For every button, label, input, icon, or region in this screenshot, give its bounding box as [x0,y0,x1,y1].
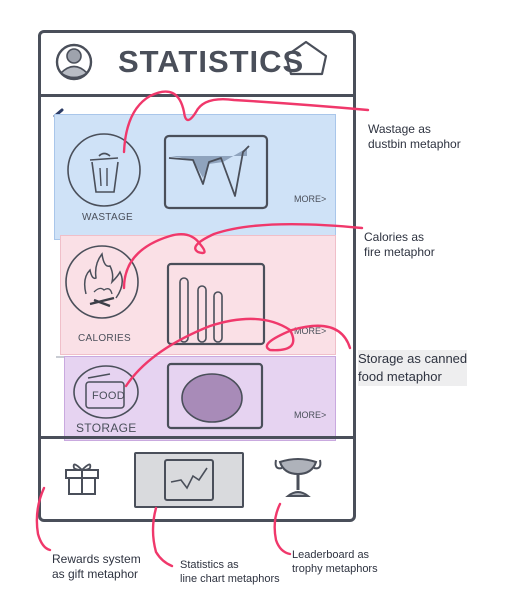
rewards-annotation: Rewards system as gift metaphor [52,552,141,581]
annotation-pointers [35,90,370,568]
storage-annotation: Storage as canned food metaphor [358,350,468,386]
calories-annotation: Calories as fire metaphor [364,230,435,259]
wastage-annotation: Wastage as dustbin metaphor [368,122,461,151]
statistics-annotation: Statistics as line chart metaphors [180,559,280,585]
leaderboard-annotation: Leaderboard as trophy metaphors [292,549,378,575]
